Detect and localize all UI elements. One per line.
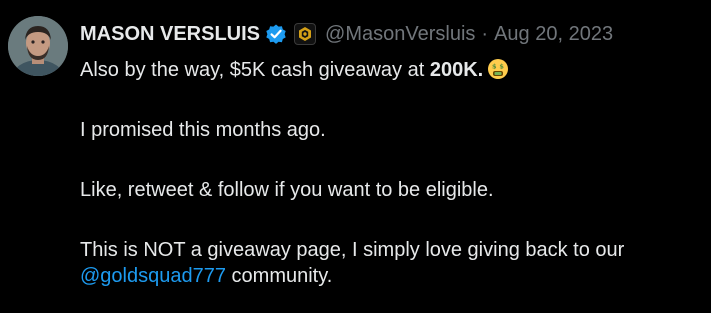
tweet-bold-text: 200K. — [429, 59, 484, 81]
svg-text:$: $ — [492, 63, 497, 71]
tweet-line-5: @goldsquad777 community. — [80, 263, 705, 289]
tweet-text-segment: Also by the way, $5K cash giveaway at — [80, 59, 430, 81]
tweet-text: Also by the way, $5K cash giveaway at 20… — [80, 57, 705, 289]
avatar[interactable] — [8, 16, 68, 76]
tweet-text-segment: community. — [225, 265, 333, 287]
user-handle[interactable]: @MasonVersluis — [325, 23, 475, 46]
tweet-line-1: Also by the way, $5K cash giveaway at 20… — [80, 57, 705, 83]
display-name[interactable]: MASON VERSLUIS — [80, 23, 260, 46]
verified-badge-icon[interactable] — [264, 22, 288, 46]
tweet: MASON VERSLUIS @MasonVersluis · Aug 20, … — [0, 0, 711, 313]
tweet-header: MASON VERSLUIS @MasonVersluis · Aug 20, … — [80, 18, 705, 50]
header-separator: · — [481, 22, 489, 45]
money-mouth-face-icon: $ $ — [487, 58, 509, 80]
tweet-date[interactable]: Aug 20, 2023 — [494, 23, 613, 46]
tweet-line-2: I promised this months ago. — [80, 119, 326, 141]
user-avatar-icon — [8, 16, 68, 76]
tweet-content: MASON VERSLUIS @MasonVersluis · Aug 20, … — [80, 18, 705, 289]
mention-link[interactable]: @goldsquad777 — [80, 265, 226, 287]
tweet-line-4: This is NOT a giveaway page, I simply lo… — [80, 239, 625, 261]
svg-text:$: $ — [500, 63, 505, 71]
tweet-line-3: Like, retweet & follow if you want to be… — [80, 179, 494, 201]
affiliate-badge-icon[interactable] — [294, 23, 317, 45]
